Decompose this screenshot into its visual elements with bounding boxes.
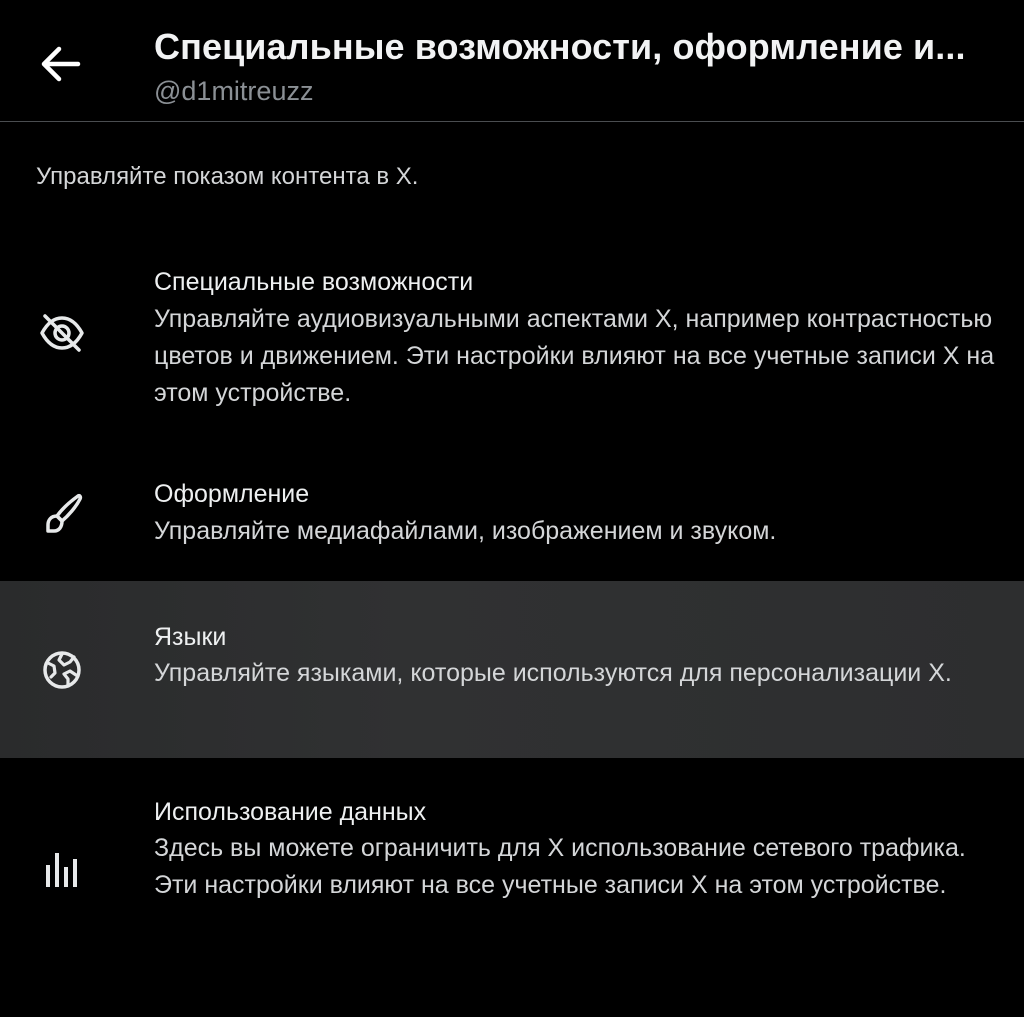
item-title: Языки: [154, 623, 227, 651]
intro-text: Управляйте показом контента в X.: [36, 163, 419, 190]
settings-item-languages[interactable]: Языки Управляйте языками, которые исполь…: [0, 581, 1024, 758]
settings-item-accessibility[interactable]: Специальные возможности Управляйте аудио…: [0, 240, 1024, 430]
settings-item-data-usage[interactable]: Использование данных Здесь вы можете огр…: [0, 775, 1024, 965]
item-description: Здесь вы можете ограничить для X использ…: [154, 834, 966, 899]
top-bar: Специальные возможности, оформление и...…: [0, 0, 1024, 122]
page-title: Специальные возможности, оформление и...: [154, 26, 966, 67]
back-button[interactable]: [34, 38, 86, 90]
item-title: Оформление: [154, 480, 310, 508]
settings-item-display[interactable]: Оформление Управляйте медиафайлами, изоб…: [0, 460, 1024, 580]
bar-chart-icon: [36, 843, 88, 895]
item-description: Управляйте языками, которые используются…: [154, 659, 952, 687]
item-title: Специальные возможности: [154, 268, 474, 296]
paintbrush-icon: [36, 488, 88, 540]
globe-icon: [36, 644, 88, 696]
arrow-left-icon: [41, 46, 81, 82]
item-description: Управляйте аудиовизуальными аспектами X,…: [154, 305, 995, 407]
eye-slash-icon: [36, 307, 88, 359]
item-description: Управляйте медиафайлами, изображением и …: [154, 517, 777, 545]
item-title: Использование данных: [154, 798, 427, 826]
account-handle: @d1mitreuzz: [154, 76, 314, 106]
